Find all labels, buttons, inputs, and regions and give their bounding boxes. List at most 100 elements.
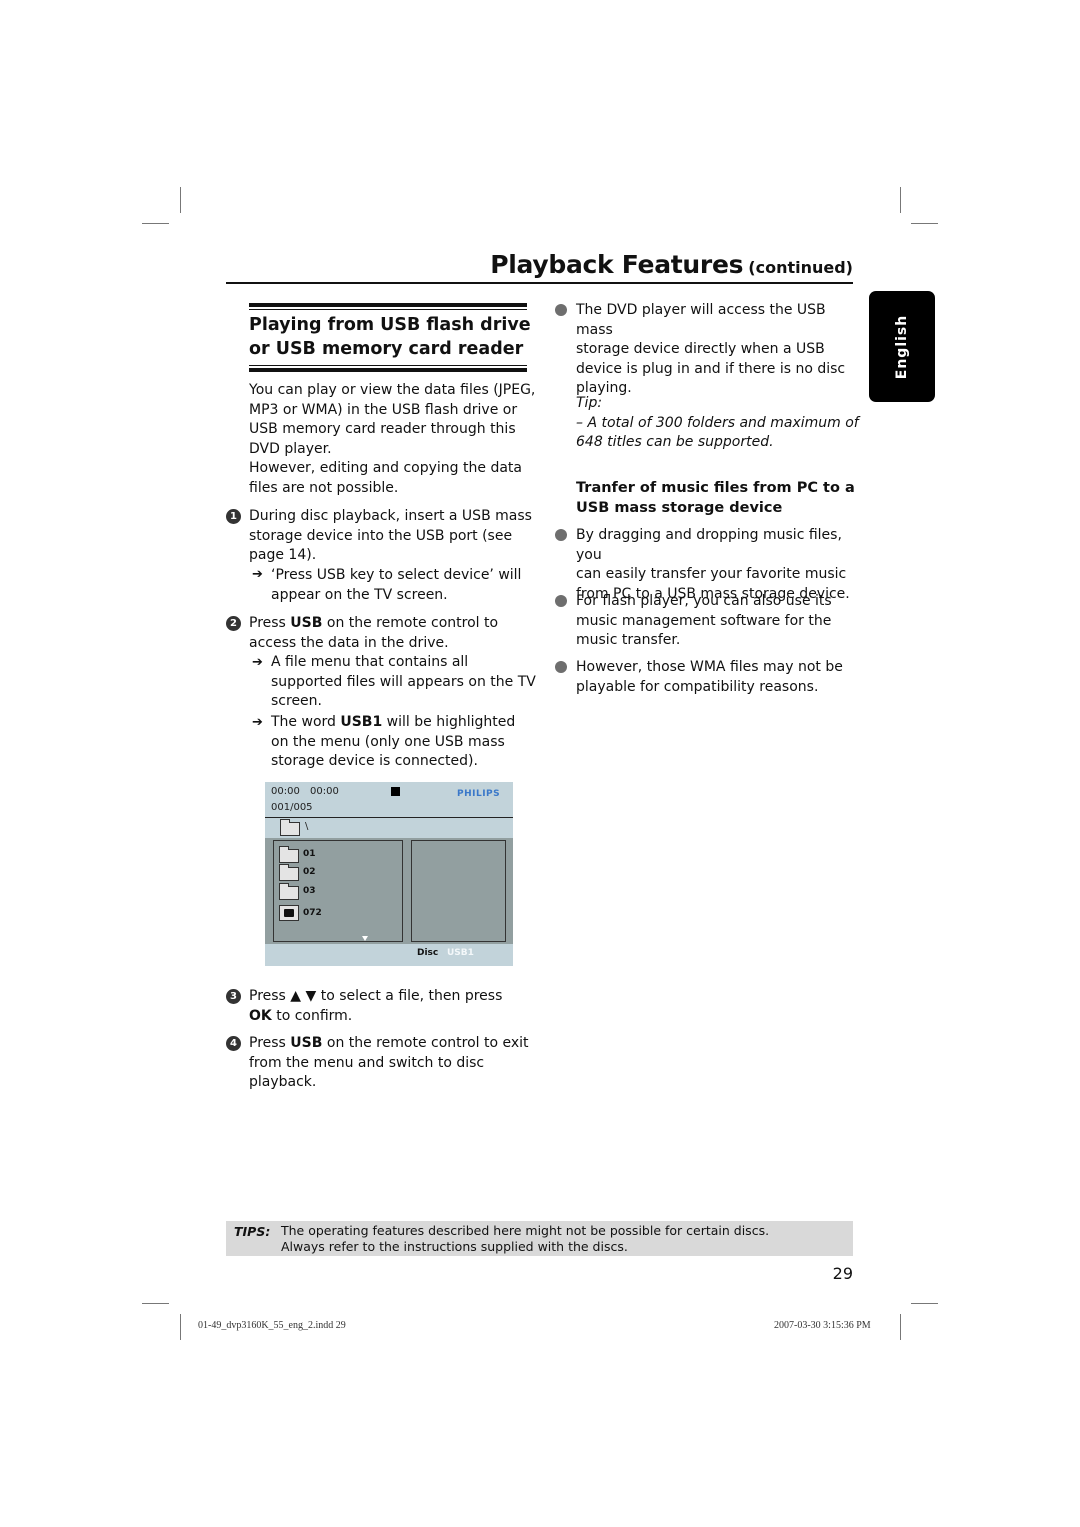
- note-line: device is plug in and if there is no dis…: [576, 360, 846, 377]
- section-rule-top: [249, 303, 527, 307]
- usb1-label: USB1: [340, 714, 383, 730]
- tv-footer: Disc USB1: [265, 944, 513, 966]
- tv-screen-illustration: 00:00 00:00 PHILIPS 001/005 \ 01 02 03 0…: [265, 782, 513, 966]
- step-number-2: 2: [226, 616, 241, 631]
- bullet-line: music transfer.: [576, 632, 681, 649]
- note-line: storage device directly when a USB: [576, 341, 825, 358]
- crop-mark: [180, 1314, 181, 1340]
- step-text: Press: [249, 615, 291, 631]
- result-text: The word: [271, 714, 341, 730]
- page-header: Playback Features (continued): [226, 250, 853, 284]
- file-item-label[interactable]: 02: [303, 867, 316, 877]
- brand-logo: PHILIPS: [457, 789, 501, 799]
- subheading-line: USB mass storage device: [576, 500, 783, 516]
- result-line: on the menu (only one USB mass: [271, 733, 505, 750]
- bullet-line: For flash player, you can also use its: [576, 593, 832, 609]
- tip-label: Tip:: [576, 395, 603, 411]
- elapsed-time: 00:00: [271, 786, 300, 797]
- photo-file-icon: [279, 905, 299, 921]
- folder-icon: [279, 864, 299, 881]
- bullet-icon: [555, 661, 567, 673]
- bullet-icon: [555, 304, 567, 316]
- step-text: Press: [249, 988, 291, 1004]
- intro-line: files are not possible.: [249, 479, 399, 496]
- preview-pane: [411, 840, 506, 942]
- up-down-arrows-icon: ▲ ▼: [290, 988, 317, 1004]
- transfer-subheading: Tranfer of music files from PC to a USB …: [576, 478, 866, 518]
- step-2-result-2: The word USB1 will be highlighted on the…: [271, 713, 541, 772]
- subheading-line: Tranfer of music files from PC to a: [576, 480, 855, 496]
- step-text: on the remote control to exit: [322, 1035, 529, 1051]
- step-4-text: Press USB on the remote control to exit …: [249, 1034, 539, 1093]
- bullet-icon: [555, 595, 567, 607]
- step-line: from the menu and switch to disc: [249, 1054, 485, 1071]
- step-number-4: 4: [226, 1036, 241, 1051]
- step-2-result-1: A file menu that contains all supported …: [271, 653, 541, 712]
- section-rule-bottom: [249, 368, 527, 372]
- file-item-label[interactable]: 01: [303, 849, 316, 859]
- crop-mark: [911, 1303, 938, 1304]
- tip-block: Tip: – A total of 300 folders and maximu…: [576, 394, 866, 453]
- section-rule-top-thin: [249, 309, 527, 310]
- intro-line: USB memory card reader through this: [249, 421, 516, 438]
- result-text: will be highlighted: [382, 714, 516, 730]
- step-text: to confirm.: [271, 1007, 353, 1024]
- step-text: to select a file, then press: [316, 988, 503, 1004]
- tips-line: The operating features described here mi…: [281, 1223, 770, 1238]
- step-number-3: 3: [226, 989, 241, 1004]
- bullet-line: By dragging and dropping music files, yo…: [576, 527, 842, 563]
- step-text: on the remote control to: [322, 615, 499, 631]
- result-line: storage device is connected).: [271, 753, 478, 770]
- step-text: Press: [249, 1035, 291, 1051]
- intro-line: You can play or view the data files (JPE…: [249, 382, 536, 398]
- page-title: Playback Features: [490, 250, 744, 279]
- usb-access-note: The DVD player will access the USB mass …: [576, 301, 866, 399]
- tip-line: – A total of 300 folders and maximum of: [576, 414, 859, 431]
- current-path: \: [305, 821, 309, 832]
- crop-mark: [142, 223, 169, 224]
- transfer-bullet-2: For flash player, you can also use its m…: [576, 592, 866, 651]
- path-bar: \: [265, 819, 513, 837]
- crop-mark: [900, 187, 901, 213]
- bullet-line: However, those WMA files may not be: [576, 659, 843, 675]
- step-1-text: During disc playback, insert a USB mass …: [249, 507, 539, 566]
- language-tab: English: [869, 291, 935, 402]
- usb-key-label: USB: [290, 615, 323, 631]
- section-rule-bottom-thin: [249, 365, 527, 366]
- crop-mark: [180, 187, 181, 213]
- result-line: supported files will appears on the TV: [271, 673, 536, 690]
- result-line: A file menu that contains all: [271, 654, 469, 670]
- intro-line: MP3 or WMA) in the USB flash drive or: [249, 401, 518, 418]
- file-item-label[interactable]: 03: [303, 886, 316, 896]
- ok-key-label: OK: [249, 1007, 272, 1024]
- section-title-line: or USB memory card reader: [249, 339, 524, 359]
- result-arrow-icon: ➔: [252, 715, 263, 730]
- tv-status-bar: 00:00 00:00 PHILIPS 001/005: [265, 782, 513, 818]
- bullet-line: music management software for the: [576, 612, 832, 629]
- result-line: screen.: [271, 693, 322, 710]
- tips-label: TIPS:: [234, 1224, 271, 1239]
- scroll-down-icon[interactable]: [362, 936, 368, 941]
- result-arrow-icon: ➔: [252, 655, 263, 670]
- file-counter: 001/005: [271, 802, 313, 813]
- step-3-text: Press ▲ ▼ to select a file, then press O…: [249, 987, 539, 1026]
- section-title-line: Playing from USB flash drive: [249, 315, 531, 335]
- step-line: During disc playback, insert a USB mass: [249, 508, 532, 524]
- tips-line: Always refer to the instructions supplie…: [281, 1239, 628, 1254]
- intro-paragraph: You can play or view the data files (JPE…: [249, 381, 539, 499]
- slug-filename: 01-49_dvp3160K_55_eng_2.indd 29: [198, 1320, 346, 1331]
- step-2-text: Press USB on the remote control to acces…: [249, 614, 539, 653]
- intro-line: However, editing and copying the data: [249, 460, 522, 477]
- step-line: page 14).: [249, 547, 317, 564]
- file-list-pane: 01 02 03 072: [273, 840, 403, 942]
- step-line: playback.: [249, 1074, 317, 1091]
- usb-source-label: USB1: [447, 948, 474, 958]
- file-item-label[interactable]: 072: [303, 908, 322, 918]
- folder-icon: [279, 883, 299, 900]
- result-arrow-icon: ➔: [252, 567, 263, 582]
- result-line: appear on the TV screen.: [271, 586, 448, 603]
- bullet-line: can easily transfer your favorite music: [576, 566, 847, 583]
- step-1-result: ‘Press USB key to select device’ will ap…: [271, 566, 541, 605]
- crop-mark: [911, 223, 938, 224]
- transfer-bullet-3: However, those WMA files may not be play…: [576, 658, 866, 697]
